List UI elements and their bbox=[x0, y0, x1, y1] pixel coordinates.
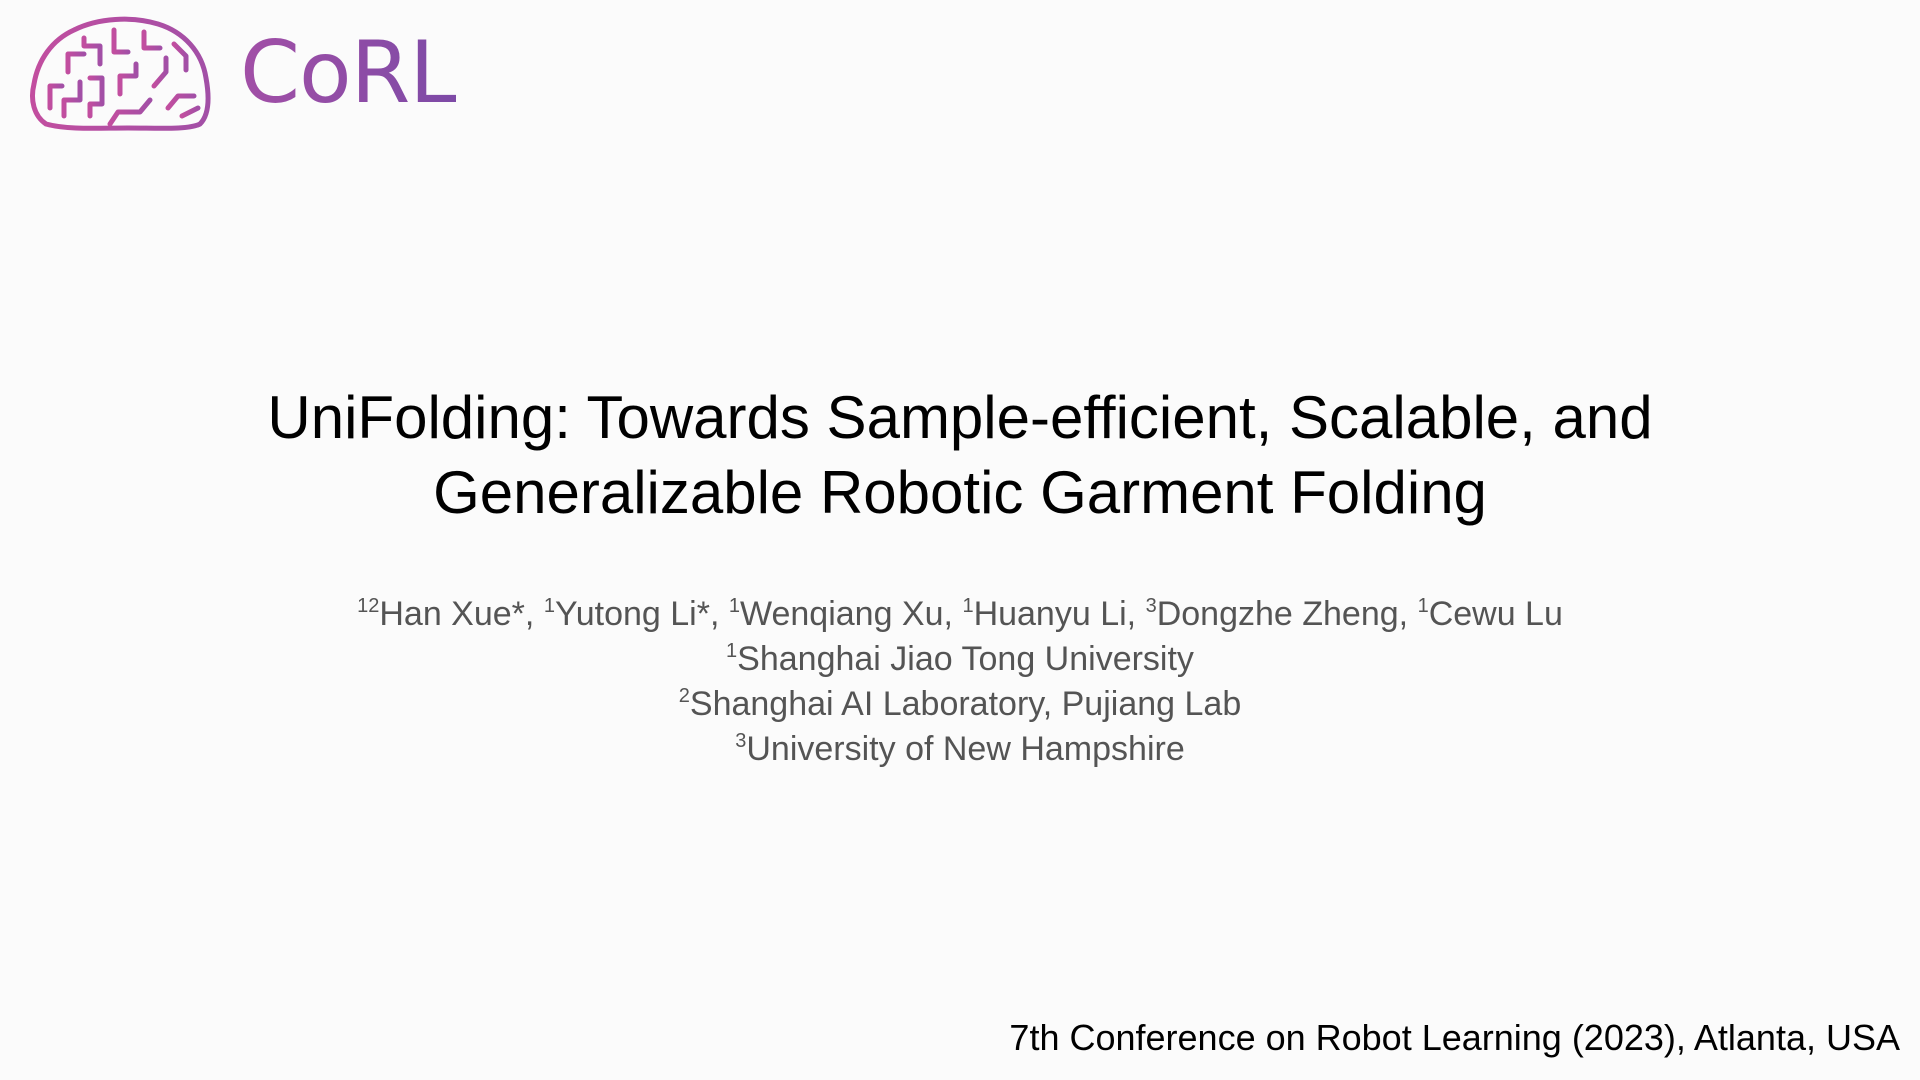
title-line-2: Generalizable Robotic Garment Folding bbox=[433, 459, 1487, 526]
affiliation-marker: 12 bbox=[357, 595, 380, 617]
author-name: Yutong Li* bbox=[554, 595, 710, 633]
author-item: 1Yutong Li* bbox=[544, 595, 710, 633]
affiliation-marker: 1 bbox=[726, 640, 738, 662]
affiliation-marker: 1 bbox=[962, 595, 974, 617]
author-item: 1Wenqiang Xu bbox=[729, 595, 944, 633]
affiliation-name: University of New Hampshire bbox=[746, 730, 1185, 768]
paper-title: UniFolding: Towards Sample-efficient, Sc… bbox=[0, 380, 1920, 530]
affiliation-name: Shanghai Jiao Tong University bbox=[737, 640, 1194, 678]
author-name: Cewu Lu bbox=[1428, 595, 1563, 633]
affiliation-name: Shanghai AI Laboratory, Pujiang Lab bbox=[689, 685, 1242, 723]
author-name: Huanyu Li bbox=[973, 595, 1127, 633]
author-list: 12Han Xue*, 1Yutong Li*, 1Wenqiang Xu, 1… bbox=[357, 595, 1563, 633]
author-item: 1Cewu Lu bbox=[1418, 595, 1563, 633]
affiliation-marker: 3 bbox=[735, 730, 747, 752]
corl-wordmark: CoRL bbox=[240, 23, 457, 123]
affiliation-marker: 1 bbox=[728, 595, 740, 617]
affiliation-item: 2Shanghai AI Laboratory, Pujiang Lab bbox=[0, 682, 1920, 727]
title-line-1: UniFolding: Towards Sample-efficient, Sc… bbox=[267, 384, 1653, 451]
affiliation-item: 1Shanghai Jiao Tong University bbox=[0, 637, 1920, 682]
author-item: 1Huanyu Li bbox=[962, 595, 1126, 633]
affiliation-item: 3University of New Hampshire bbox=[0, 727, 1920, 772]
affiliation-marker: 3 bbox=[1145, 595, 1157, 617]
affiliation-marker: 1 bbox=[1417, 595, 1429, 617]
affiliation-marker: 2 bbox=[678, 685, 690, 707]
author-name: Han Xue* bbox=[379, 595, 525, 633]
author-item: 3Dongzhe Zheng bbox=[1146, 595, 1399, 633]
corl-logo: CoRL bbox=[28, 12, 457, 134]
brain-circuit-icon bbox=[30, 16, 211, 131]
conference-venue: 7th Conference on Robot Learning (2023),… bbox=[1009, 1017, 1900, 1058]
affiliation-marker: 1 bbox=[543, 595, 555, 617]
author-block: 12Han Xue*, 1Yutong Li*, 1Wenqiang Xu, 1… bbox=[0, 592, 1920, 772]
author-name: Wenqiang Xu bbox=[740, 595, 944, 633]
author-item: 12Han Xue* bbox=[357, 595, 525, 633]
author-name: Dongzhe Zheng bbox=[1156, 595, 1399, 633]
